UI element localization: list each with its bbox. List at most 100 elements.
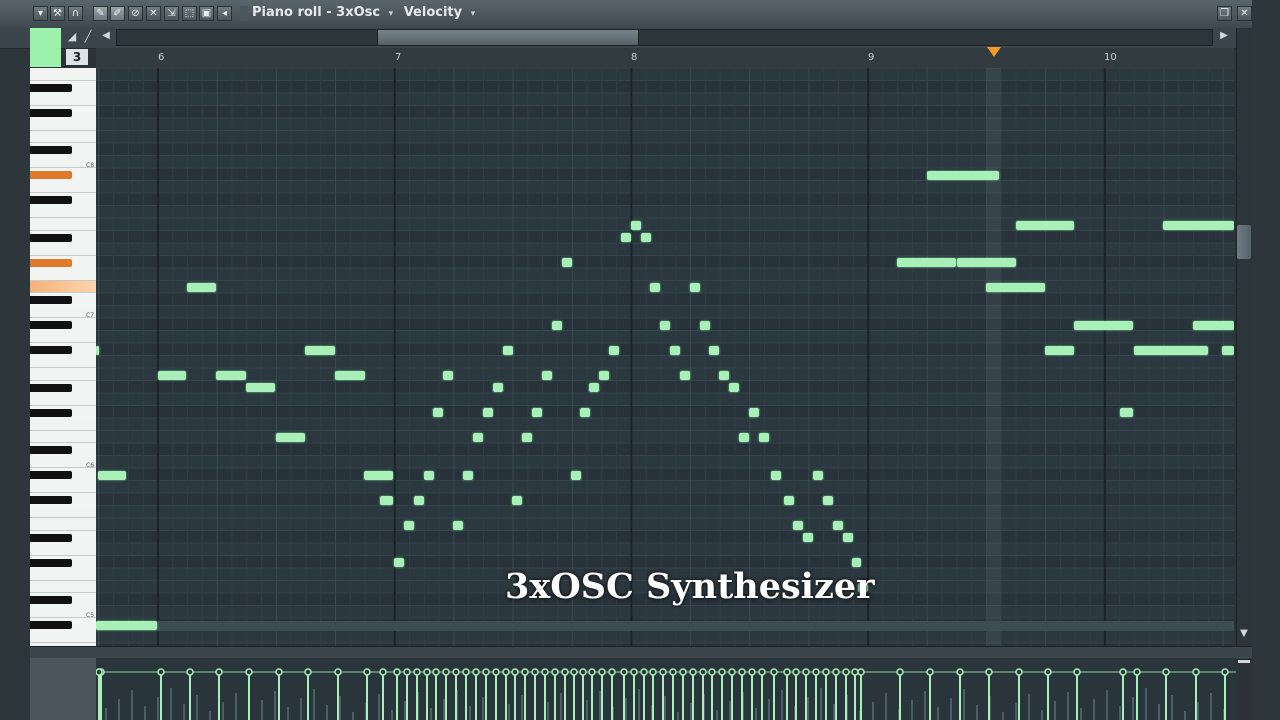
select-icon[interactable]: ⬚	[182, 6, 197, 21]
white-key[interactable]	[30, 418, 96, 431]
white-key[interactable]	[30, 130, 96, 143]
midi-note[interactable]	[1016, 221, 1074, 230]
white-key[interactable]	[30, 205, 96, 218]
midi-note[interactable]	[641, 233, 651, 242]
scroll-down-icon[interactable]: ▼	[1237, 628, 1251, 642]
white-key[interactable]	[30, 430, 96, 443]
midi-note[interactable]	[803, 533, 813, 542]
white-key[interactable]	[30, 518, 96, 531]
velocity-lane[interactable]	[96, 658, 1236, 720]
black-key[interactable]	[30, 296, 72, 304]
note-grid[interactable]	[96, 68, 1234, 646]
window-title[interactable]: Piano roll - 3xOsc ▾ Velocity ▾	[252, 5, 475, 20]
midi-note[interactable]	[759, 433, 769, 442]
midi-note[interactable]	[813, 471, 823, 480]
midi-note[interactable]	[660, 321, 670, 330]
black-key[interactable]	[30, 446, 72, 454]
white-key[interactable]	[30, 630, 96, 643]
horizontal-scrollbar[interactable]	[116, 29, 1213, 46]
black-key[interactable]	[30, 233, 72, 242]
midi-note[interactable]	[493, 383, 503, 392]
timeline-ruler[interactable]: 6 7 8 9 10	[96, 48, 1234, 69]
midi-note[interactable]	[680, 371, 690, 380]
black-key[interactable]	[30, 471, 72, 479]
brush-icon[interactable]: ✐	[110, 6, 125, 21]
white-key[interactable]	[30, 68, 96, 81]
midi-note[interactable]	[276, 433, 305, 442]
midi-note[interactable]	[957, 258, 1016, 267]
zoom-icon[interactable]: ▣	[199, 6, 214, 21]
midi-note[interactable]	[305, 346, 335, 355]
midi-note[interactable]	[96, 621, 157, 630]
white-key[interactable]	[30, 93, 96, 106]
midi-note[interactable]	[1045, 346, 1074, 355]
black-key[interactable]	[30, 408, 72, 417]
midi-note[interactable]	[98, 471, 126, 480]
mute-icon[interactable]: ✕	[146, 6, 161, 21]
midi-note[interactable]	[394, 558, 404, 567]
midi-note[interactable]	[216, 371, 246, 380]
black-key[interactable]	[30, 496, 72, 504]
midi-note[interactable]	[364, 471, 393, 480]
close-icon[interactable]: ✕	[1237, 6, 1252, 21]
white-key[interactable]	[30, 243, 96, 256]
menu-arrow-icon[interactable]: ▾	[33, 6, 48, 21]
midi-note[interactable]	[690, 283, 700, 292]
pencil-icon[interactable]: ✎	[93, 6, 108, 21]
midi-note[interactable]	[463, 471, 473, 480]
white-key[interactable]	[30, 280, 96, 293]
tool-selector-button[interactable]: 3	[66, 49, 88, 65]
midi-note[interactable]	[823, 496, 833, 505]
midi-note[interactable]	[335, 371, 365, 380]
draw-mode-icon[interactable]: ◢	[64, 30, 80, 44]
black-key[interactable]	[30, 321, 72, 329]
midi-note[interactable]	[1163, 221, 1234, 230]
midi-note[interactable]	[771, 471, 781, 480]
midi-note[interactable]	[542, 371, 552, 380]
white-key[interactable]	[30, 355, 96, 368]
note-color-swatch[interactable]	[30, 28, 61, 67]
midi-note[interactable]	[380, 496, 393, 505]
wrench-icon[interactable]: ⚒	[50, 6, 65, 21]
midi-note[interactable]	[1134, 346, 1208, 355]
play-icon[interactable]: ◂	[217, 6, 232, 21]
midi-note[interactable]	[1120, 408, 1133, 417]
midi-note[interactable]	[589, 383, 599, 392]
white-key[interactable]	[30, 268, 96, 281]
midi-note[interactable]	[580, 408, 590, 417]
midi-note[interactable]	[650, 283, 660, 292]
magnet-icon[interactable]: ∩	[68, 6, 83, 21]
midi-note[interactable]	[453, 521, 463, 530]
white-key[interactable]	[30, 118, 96, 131]
midi-note[interactable]	[739, 433, 749, 442]
piano-keyboard[interactable]: C8 C7 C6 C5	[30, 68, 96, 646]
midi-note[interactable]	[986, 283, 1045, 292]
midi-note[interactable]	[670, 346, 680, 355]
midi-note[interactable]	[187, 283, 216, 292]
midi-note[interactable]	[843, 533, 853, 542]
white-key[interactable]	[30, 568, 96, 581]
black-key[interactable]	[30, 171, 72, 179]
restore-icon[interactable]: ❐	[1217, 6, 1232, 21]
scroll-left-icon[interactable]: ◀	[98, 30, 114, 44]
mode-label[interactable]: Velocity	[404, 5, 462, 20]
black-key[interactable]	[30, 383, 72, 392]
midi-note[interactable]	[833, 521, 843, 530]
mode-dropdown-icon[interactable]: ▾	[471, 9, 476, 19]
black-key[interactable]	[30, 108, 72, 117]
midi-note[interactable]	[700, 321, 710, 330]
scroll-right-icon[interactable]: ▶	[1216, 30, 1232, 44]
midi-note[interactable]	[609, 346, 619, 355]
midi-note[interactable]	[473, 433, 483, 442]
midi-note[interactable]	[443, 371, 453, 380]
midi-note[interactable]	[1193, 321, 1234, 330]
midi-note[interactable]	[414, 496, 424, 505]
midi-note[interactable]	[503, 346, 513, 355]
white-key[interactable]	[30, 393, 96, 406]
black-key[interactable]	[30, 83, 72, 92]
midi-note[interactable]	[483, 408, 493, 417]
white-key[interactable]	[30, 543, 96, 556]
horizontal-scroll-thumb[interactable]	[377, 29, 639, 46]
white-key[interactable]	[30, 180, 96, 193]
slice-icon[interactable]: ⇲	[164, 6, 179, 21]
